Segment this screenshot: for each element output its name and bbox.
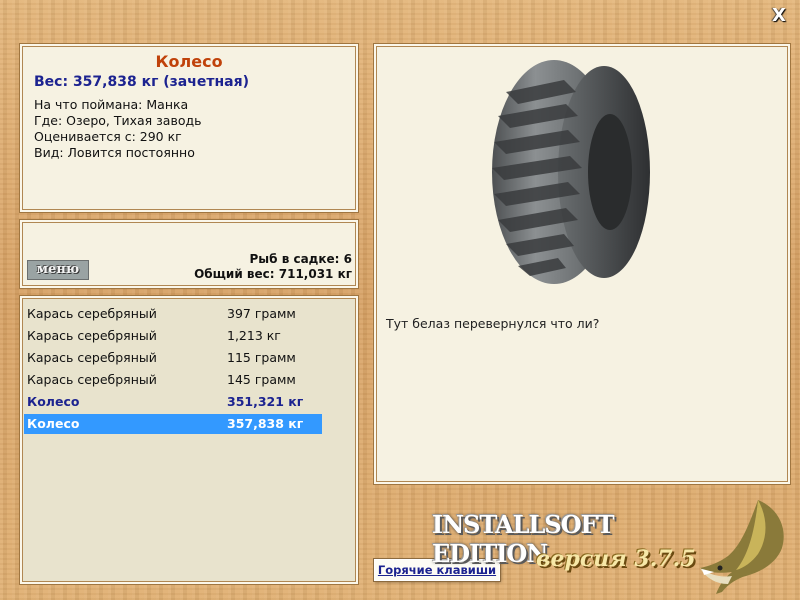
list-item-name: Колесо [27, 416, 80, 431]
list-item-name: Карась серебряный [27, 306, 157, 321]
catch-info-panel: Колесо Вес: 357,838 кг (зачетная) На что… [20, 44, 358, 212]
keepnet-total-weight: Общий вес: 711,031 кг [194, 267, 352, 281]
list-item[interactable]: Колесо 351,321 кг [24, 392, 322, 412]
catch-kind: Вид: Ловится постоянно [34, 145, 195, 160]
list-item-weight: 351,321 кг [227, 394, 304, 409]
tire-image [492, 60, 650, 284]
keepnet-stats-panel: меню Рыб в садке: 6 Общий вес: 711,031 к… [20, 220, 358, 288]
list-item-weight: 145 грамм [227, 372, 296, 387]
list-item-name: Колесо [27, 394, 80, 409]
list-item[interactable]: Карась серебряный 397 грамм [24, 304, 322, 324]
catch-valued: Оценивается с: 290 кг [34, 129, 182, 144]
catch-weight: Вес: 357,838 кг (зачетная) [34, 74, 249, 90]
version-label: версия 3.7.5 [536, 546, 696, 572]
list-item-weight: 115 грамм [227, 350, 296, 365]
list-item-weight: 1,213 кг [227, 328, 281, 343]
catch-comment: Тут белаз перевернулся что ли? [386, 316, 600, 331]
close-button[interactable]: X [768, 6, 790, 26]
catch-bait: На что поймана: Манка [34, 97, 189, 112]
catch-title: Колесо [155, 52, 223, 71]
list-item-name: Карась серебряный [27, 372, 157, 387]
menu-button[interactable]: меню [27, 260, 89, 280]
list-item-name: Карась серебряный [27, 328, 157, 343]
list-item-weight: 397 грамм [227, 306, 296, 321]
list-item-weight: 357,838 кг [227, 416, 304, 431]
catch-location: Где: Озеро, Тихая заводь [34, 113, 202, 128]
list-item-selected[interactable]: Колесо 357,838 кг [24, 414, 322, 434]
list-item[interactable]: Карась серебряный 145 грамм [24, 370, 322, 390]
pike-logo-icon [700, 500, 784, 594]
list-item[interactable]: Карась серебряный 115 грамм [24, 348, 322, 368]
catch-detail-panel: Тут белаз перевернулся что ли? [374, 44, 790, 484]
keepnet-count: Рыб в садке: 6 [249, 252, 353, 266]
list-item-name: Карась серебряный [27, 350, 157, 365]
catch-list: Карась серебряный 397 грамм Карась сереб… [20, 296, 358, 584]
list-item[interactable]: Карась серебряный 1,213 кг [24, 326, 322, 346]
